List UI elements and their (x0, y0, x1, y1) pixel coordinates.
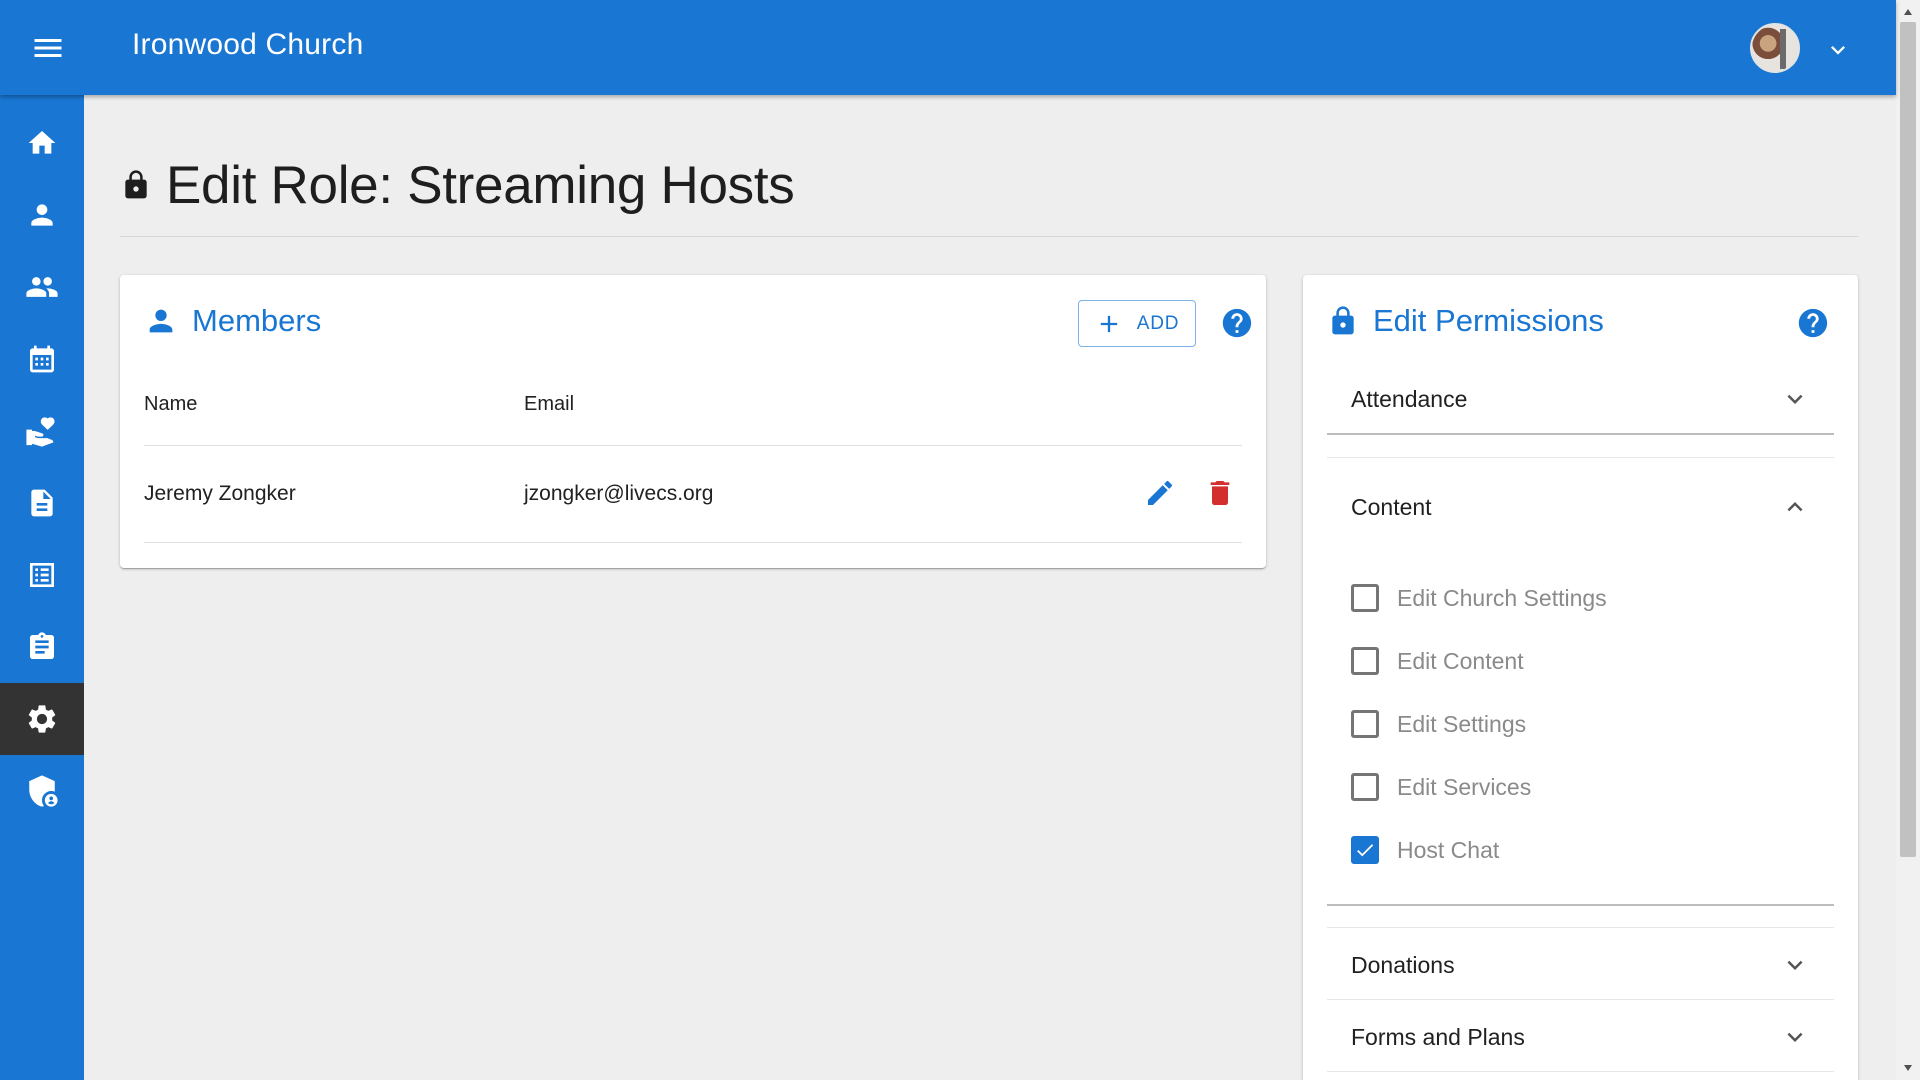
checkbox[interactable] (1351, 710, 1379, 738)
check-icon (1357, 844, 1374, 857)
column-header-name[interactable]: Name (144, 393, 197, 416)
help-icon[interactable] (1796, 306, 1830, 340)
accordion-label: Attendance (1351, 385, 1468, 412)
scrollbar-thumb[interactable] (1900, 22, 1916, 857)
accordion-content[interactable]: Content (1327, 472, 1834, 542)
permission-edit-services[interactable]: Edit Services (1351, 767, 1531, 807)
clipboard-icon (30, 632, 54, 659)
chevron-down-icon (1787, 1032, 1803, 1042)
permission-label: Edit Content (1397, 647, 1524, 674)
document-icon (31, 489, 53, 517)
permission-host-chat[interactable]: Host Chat (1351, 830, 1499, 870)
divider (120, 236, 1858, 237)
add-button-label: ADD (1136, 312, 1180, 334)
add-member-button[interactable]: ADD (1078, 300, 1196, 347)
accordion-divider (1327, 904, 1834, 906)
person-icon (31, 204, 53, 226)
scroll-up-arrow-icon[interactable] (1900, 4, 1916, 20)
calendar-icon (30, 345, 54, 373)
members-header: Members (144, 303, 321, 339)
page-title: Edit Role: Streaming Hosts (166, 155, 795, 215)
delete-icon[interactable] (1204, 477, 1236, 509)
permission-label: Edit Settings (1397, 710, 1527, 737)
sidebar-item-calendar[interactable] (0, 323, 84, 395)
permissions-title: Edit Permissions (1373, 303, 1604, 338)
sidebar-nav (0, 95, 84, 1080)
sidebar-item-home[interactable] (0, 107, 84, 179)
accordion-divider (1327, 999, 1834, 1000)
scroll-down-arrow-icon[interactable] (1900, 1060, 1916, 1076)
plus-icon (1100, 315, 1117, 332)
sidebar-item-settings[interactable] (0, 683, 84, 755)
members-card: Members ADD Name Email Jeremy Zongker jz… (120, 275, 1266, 568)
security-shield-icon (29, 775, 58, 807)
sidebar-item-forms[interactable] (0, 611, 84, 683)
permission-label: Edit Services (1397, 773, 1532, 800)
permission-edit-church-settings[interactable]: Edit Church Settings (1351, 578, 1607, 618)
home-icon (28, 131, 56, 154)
chevron-down-icon (1787, 960, 1803, 970)
accordion-divider (1327, 457, 1834, 458)
column-header-email[interactable]: Email (524, 393, 574, 416)
permission-edit-settings[interactable]: Edit Settings (1351, 704, 1526, 744)
sidebar-item-people[interactable] (0, 251, 84, 323)
page-header: Edit Role: Streaming Hosts (120, 150, 795, 220)
sidebar-item-documents[interactable] (0, 467, 84, 539)
edit-icon[interactable] (1144, 477, 1176, 509)
accordion-label: Donations (1351, 951, 1455, 978)
checkbox[interactable] (1351, 584, 1379, 612)
accordion-divider (1327, 1071, 1834, 1072)
sidebar-item-person[interactable] (0, 179, 84, 251)
accordion-donations[interactable]: Donations (1327, 930, 1834, 1000)
sidebar-item-donations[interactable] (0, 395, 84, 467)
permissions-card: Edit Permissions Attendance Content Edit… (1303, 275, 1858, 1080)
member-email: jzongker@livecs.org (524, 482, 714, 505)
list-icon (30, 563, 54, 587)
checkbox[interactable] (1351, 773, 1379, 801)
permission-label: Host Chat (1397, 836, 1500, 863)
chevron-up-icon (1787, 502, 1803, 512)
person-icon (149, 309, 173, 333)
members-title: Members (192, 303, 322, 338)
chevron-down-icon[interactable] (1824, 36, 1852, 64)
table-divider (144, 542, 1242, 543)
lock-icon (1332, 306, 1354, 335)
donation-icon (26, 417, 55, 447)
accordion-forms-and-plans[interactable]: Forms and Plans (1327, 1002, 1834, 1072)
accordion-label: Content (1351, 493, 1432, 520)
permission-label: Edit Church Settings (1397, 584, 1607, 611)
chevron-down-icon (1787, 394, 1803, 404)
lock-icon (125, 170, 147, 199)
user-avatar[interactable] (1750, 23, 1800, 73)
member-name: Jeremy Zongker (144, 482, 296, 505)
help-icon[interactable] (1220, 306, 1254, 340)
app-title: Ironwood Church (132, 28, 364, 61)
checkbox-checked[interactable] (1351, 836, 1379, 864)
menu-icon[interactable] (28, 30, 68, 66)
people-icon (26, 277, 58, 297)
permissions-header: Edit Permissions (1327, 303, 1604, 339)
accordion-label: Forms and Plans (1351, 1023, 1525, 1050)
checkbox[interactable] (1351, 647, 1379, 675)
permission-edit-content[interactable]: Edit Content (1351, 641, 1524, 681)
accordion-attendance[interactable]: Attendance (1327, 364, 1834, 434)
accordion-divider (1327, 433, 1834, 435)
accordion-divider (1327, 927, 1834, 928)
gear-icon (28, 705, 56, 733)
table-divider (144, 445, 1242, 446)
sidebar-item-security[interactable] (0, 755, 84, 827)
app-bar: Ironwood Church (0, 0, 1896, 95)
sidebar-item-lists[interactable] (0, 539, 84, 611)
